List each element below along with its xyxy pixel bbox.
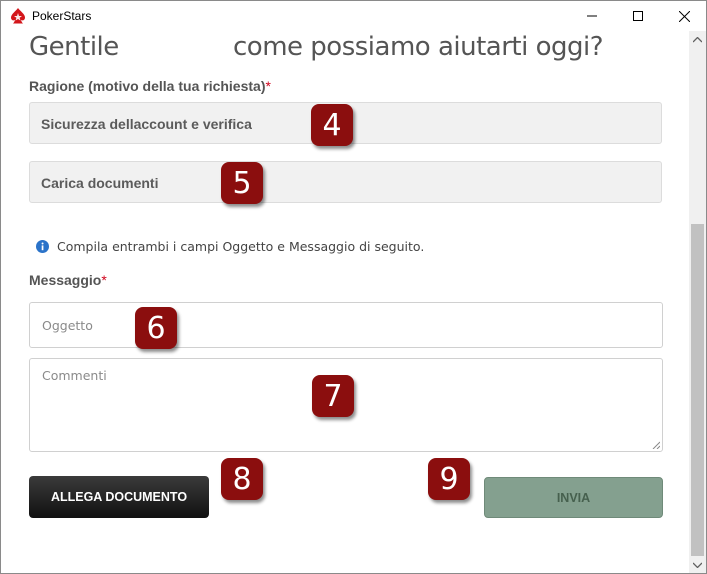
reason-label-text: Ragione (motivo della tua richiesta) <box>29 78 266 94</box>
subject-input[interactable]: Oggetto <box>29 302 663 348</box>
close-icon <box>678 10 690 22</box>
callout-4: 4 <box>311 104 353 146</box>
comments-placeholder: Commenti <box>42 368 107 383</box>
close-button[interactable] <box>661 1 706 31</box>
pokerstars-window: PokerStars Gentile come possiamo aiutart… <box>0 0 707 574</box>
required-asterisk: * <box>101 272 107 288</box>
callout-8: 8 <box>221 458 263 500</box>
required-asterisk: * <box>265 78 271 94</box>
info-message: Compila entrambi i campi Oggetto e Messa… <box>36 238 424 254</box>
callout-7: 7 <box>312 375 354 417</box>
resize-grip-icon[interactable] <box>652 441 660 449</box>
message-label-text: Messaggio <box>29 272 102 288</box>
reason-subcategory-value: Carica documenti <box>41 175 159 191</box>
minimize-icon <box>587 15 597 17</box>
send-button[interactable]: INVIA <box>484 477 663 518</box>
scroll-up-button[interactable] <box>689 31 706 48</box>
callout-6: 6 <box>135 307 177 349</box>
subject-placeholder: Oggetto <box>42 318 93 333</box>
info-text: Compila entrambi i campi Oggetto e Messa… <box>57 238 425 254</box>
scroll-up-arrow-icon <box>693 36 702 42</box>
vertical-scrollbar[interactable] <box>689 31 706 573</box>
reason-label: Ragione (motivo della tua richiesta)* <box>29 78 271 94</box>
window-title: PokerStars <box>32 9 92 23</box>
scroll-down-arrow-icon <box>693 562 702 568</box>
scrollbar-thumb[interactable] <box>691 224 704 556</box>
title-bar: PokerStars <box>1 1 706 31</box>
page-title: Gentile come possiamo aiutarti oggi? <box>29 32 604 62</box>
maximize-button[interactable] <box>615 1 661 31</box>
maximize-icon <box>633 11 643 21</box>
reason-category-value: Sicurezza dellaccount e verifica <box>41 116 252 132</box>
info-icon <box>36 239 49 253</box>
greeting-question: come possiamo aiutarti oggi? <box>233 32 604 62</box>
callout-9: 9 <box>428 458 470 500</box>
message-label: Messaggio* <box>29 272 107 288</box>
scroll-down-button[interactable] <box>689 556 706 573</box>
pokerstars-spade-icon <box>11 8 25 24</box>
reason-subcategory-select[interactable]: Carica documenti <box>29 161 662 203</box>
attach-document-button[interactable]: ALLEGA DOCUMENTO <box>29 476 209 518</box>
callout-5: 5 <box>221 162 263 204</box>
greeting-word: Gentile <box>29 32 119 62</box>
minimize-button[interactable] <box>569 1 615 31</box>
